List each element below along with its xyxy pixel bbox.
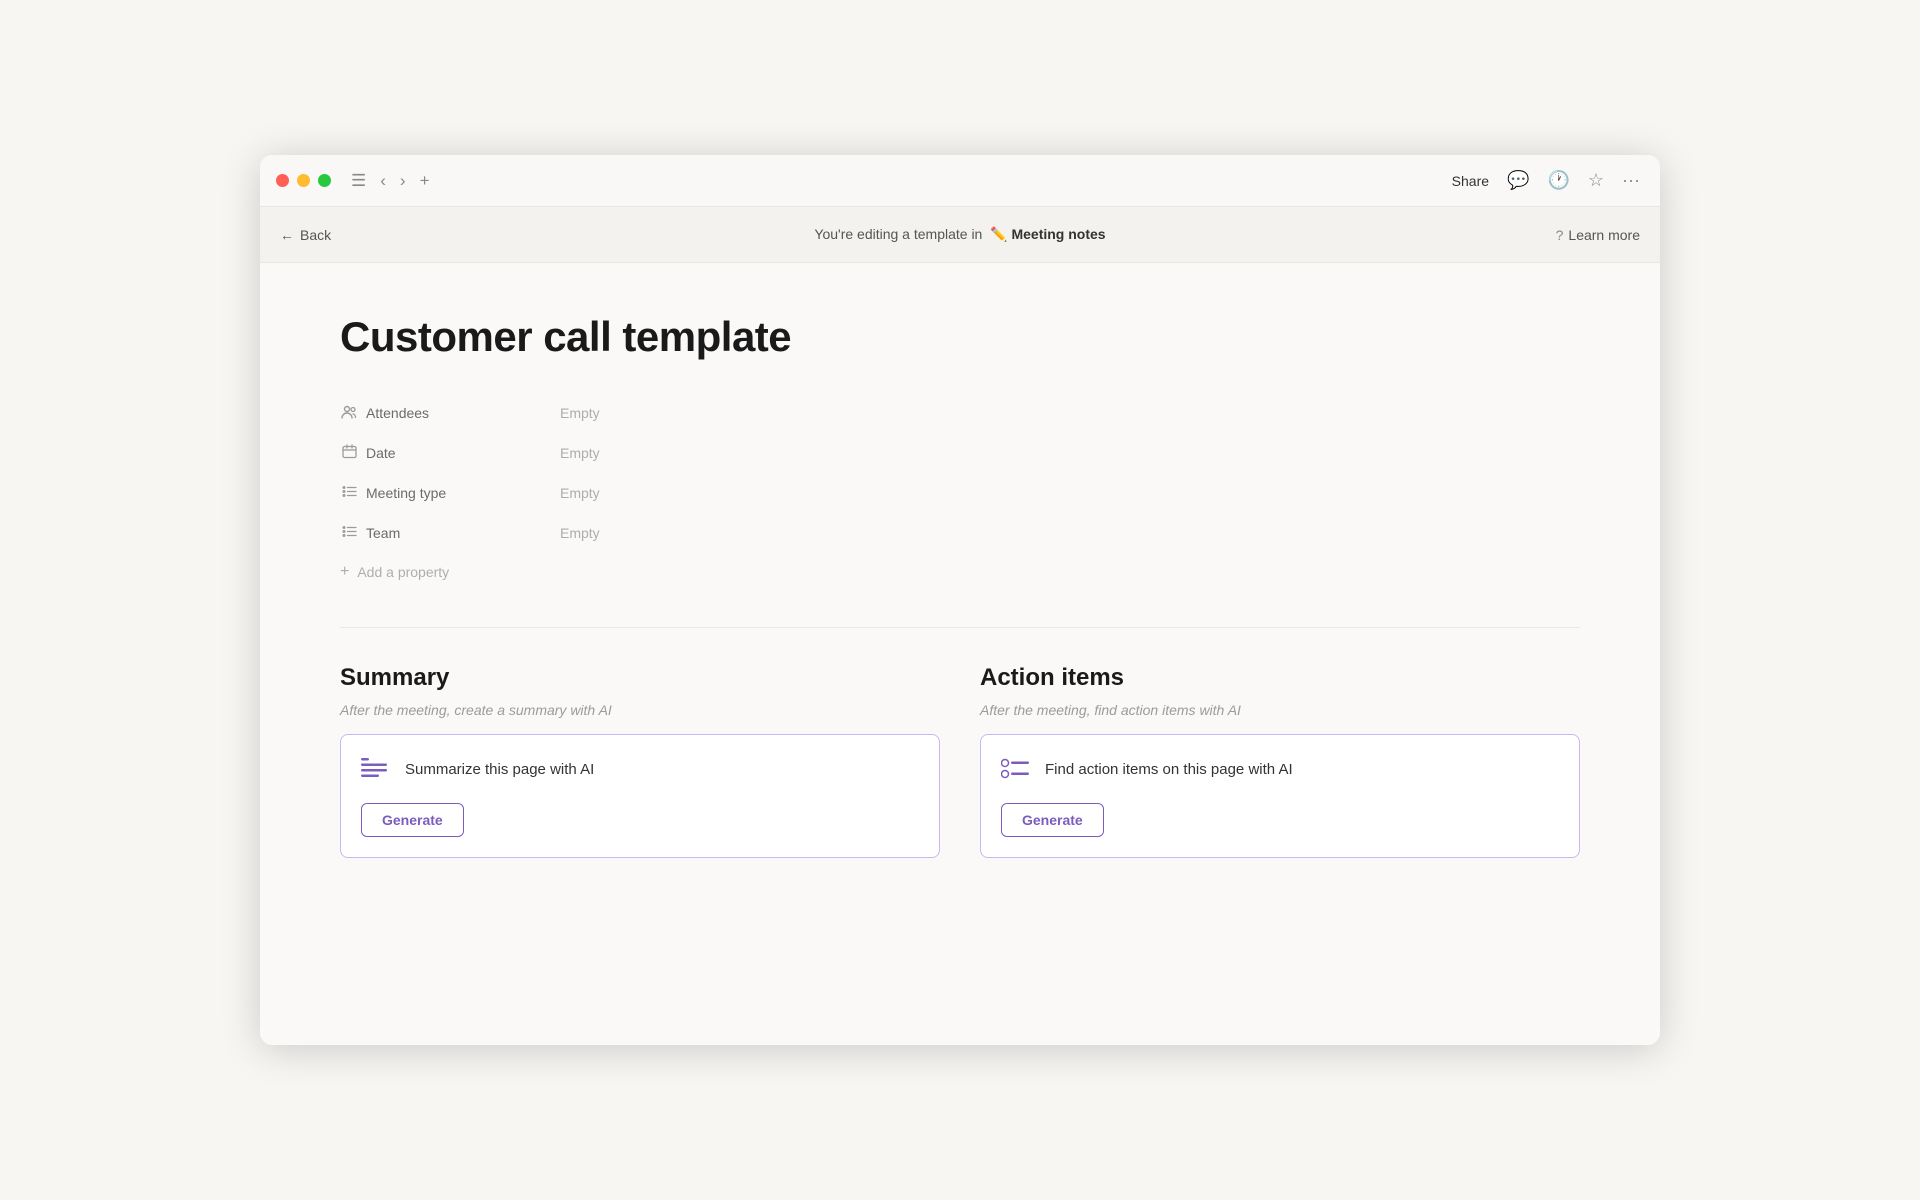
summary-card-title: Summarize this page with AI xyxy=(405,761,594,778)
summarize-icon xyxy=(361,753,393,785)
add-property-plus-icon: + xyxy=(340,563,349,581)
back-button[interactable]: ← Back xyxy=(280,227,331,243)
date-label: Date xyxy=(340,444,560,462)
title-bar-right: Share 💬 🕐 ☆ ··· xyxy=(1452,170,1640,191)
action-items-title: Action items xyxy=(980,664,1580,692)
attendees-label-text: Attendees xyxy=(366,405,429,421)
date-label-text: Date xyxy=(366,445,396,461)
date-value[interactable]: Empty xyxy=(560,445,600,461)
action-items-card-title: Find action items on this page with AI xyxy=(1045,761,1293,778)
property-row-team: Team Empty xyxy=(340,513,1580,553)
property-row-meeting-type: Meeting type Empty xyxy=(340,473,1580,513)
calendar-icon xyxy=(340,444,358,462)
meeting-type-label: Meeting type xyxy=(340,485,560,501)
banner-text: You're editing a template in ✏️ Meeting … xyxy=(814,226,1105,243)
minimize-button[interactable] xyxy=(297,174,310,187)
banner-emoji: ✏️ xyxy=(990,226,1007,242)
summary-title: Summary xyxy=(340,664,940,692)
meeting-type-value[interactable]: Empty xyxy=(560,485,600,501)
share-button[interactable]: Share xyxy=(1452,173,1489,189)
team-value[interactable]: Empty xyxy=(560,525,600,541)
add-icon[interactable]: + xyxy=(420,171,430,191)
list-icon-team xyxy=(340,525,358,541)
hamburger-icon[interactable]: ☰ xyxy=(351,171,366,191)
back-arrow-icon: ← xyxy=(280,227,294,243)
history-icon[interactable]: 🕐 xyxy=(1547,170,1569,191)
add-property-row[interactable]: + Add a property xyxy=(340,557,1580,587)
action-items-card-header: Find action items on this page with AI xyxy=(1001,753,1559,785)
banner-prefix: You're editing a template in xyxy=(814,226,982,242)
comment-icon[interactable]: 💬 xyxy=(1507,170,1529,191)
action-items-generate-button[interactable]: Generate xyxy=(1001,803,1104,837)
action-items-ai-card: Find action items on this page with AI G… xyxy=(980,734,1580,858)
forward-arrow-icon[interactable]: › xyxy=(400,171,406,191)
close-button[interactable] xyxy=(276,174,289,187)
summary-generate-button[interactable]: Generate xyxy=(361,803,464,837)
attendees-label: Attendees xyxy=(340,405,560,422)
meeting-type-label-text: Meeting type xyxy=(366,485,446,501)
summary-ai-card: Summarize this page with AI Generate xyxy=(340,734,940,858)
team-label-text: Team xyxy=(366,525,400,541)
help-circle-icon: ? xyxy=(1556,227,1564,243)
property-row-attendees: Attendees Empty xyxy=(340,393,1580,433)
back-label: Back xyxy=(300,227,331,243)
app-window: ☰ ‹ › + Share 💬 🕐 ☆ ··· ← Back You're ed… xyxy=(260,155,1660,1045)
action-items-icon xyxy=(1001,753,1033,785)
action-items-section: Action items After the meeting, find act… xyxy=(980,664,1580,858)
list-icon xyxy=(340,485,358,501)
maximize-button[interactable] xyxy=(318,174,331,187)
summary-card-header: Summarize this page with AI xyxy=(361,753,919,785)
ai-sections-grid: Summary After the meeting, create a summ… xyxy=(340,664,1580,858)
summary-description: After the meeting, create a summary with… xyxy=(340,702,940,718)
more-options-icon[interactable]: ··· xyxy=(1622,170,1640,191)
properties-section: Attendees Empty Date xyxy=(340,393,1580,587)
learn-more-button[interactable]: ? Learn more xyxy=(1556,227,1640,243)
team-label: Team xyxy=(340,525,560,541)
back-arrow-icon[interactable]: ‹ xyxy=(380,171,386,191)
main-content: Customer call template Attendees xyxy=(260,263,1660,1045)
traffic-lights xyxy=(276,174,331,187)
star-icon[interactable]: ☆ xyxy=(1588,170,1604,191)
people-icon xyxy=(340,405,358,422)
attendees-value[interactable]: Empty xyxy=(560,405,600,421)
summary-section: Summary After the meeting, create a summ… xyxy=(340,664,940,858)
title-bar: ☰ ‹ › + Share 💬 🕐 ☆ ··· xyxy=(260,155,1660,207)
page-title[interactable]: Customer call template xyxy=(340,313,1580,361)
section-divider xyxy=(340,627,1580,628)
learn-more-label: Learn more xyxy=(1568,227,1640,243)
notebook-name[interactable]: Meeting notes xyxy=(1011,226,1105,242)
property-row-date: Date Empty xyxy=(340,433,1580,473)
template-banner: ← Back You're editing a template in ✏️ M… xyxy=(260,207,1660,263)
action-items-description: After the meeting, find action items wit… xyxy=(980,702,1580,718)
navigation-controls: ☰ ‹ › + xyxy=(351,171,430,191)
add-property-label: Add a property xyxy=(357,564,449,580)
